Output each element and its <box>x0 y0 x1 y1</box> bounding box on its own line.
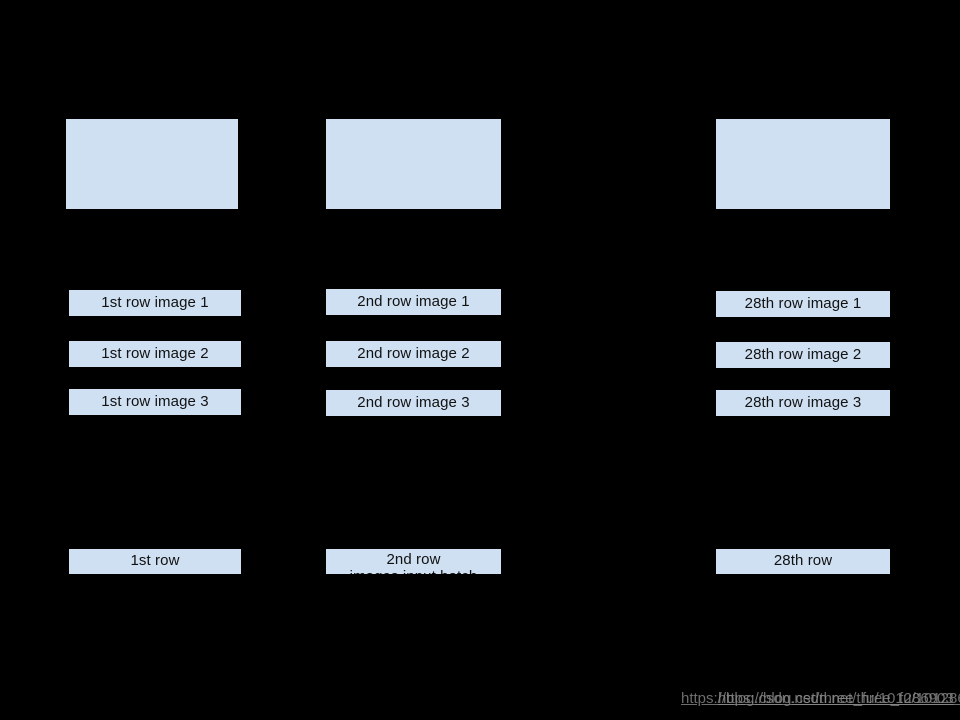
node-column-2-summary: 2nd row images input batch <box>325 548 502 575</box>
node-column-2-summary-line2: images input batch <box>350 568 478 574</box>
node-column-1-item-3: 1st row image 3 <box>68 388 242 416</box>
watermark-url-2: https://blog.csdn.net/three_fu/101286903 <box>718 690 960 707</box>
node-column-3-item-2: 28th row image 2 <box>715 341 891 369</box>
image-placeholder-column-3 <box>715 118 891 210</box>
diagram-canvas: 1st row image 1 1st row image 2 1st row … <box>0 0 960 720</box>
node-column-2-item-2: 2nd row image 2 <box>325 340 502 368</box>
node-column-1-summary: 1st row <box>68 548 242 575</box>
image-placeholder-column-2 <box>325 118 502 210</box>
node-column-1-item-1: 1st row image 1 <box>68 289 242 317</box>
node-column-2-summary-line1: 2nd row <box>386 551 441 568</box>
node-column-3-item-1: 28th row image 1 <box>715 290 891 318</box>
node-column-2-item-1: 2nd row image 1 <box>325 288 502 316</box>
image-placeholder-column-1 <box>65 118 239 210</box>
node-column-2-item-3: 2nd row image 3 <box>325 389 502 417</box>
node-column-1-item-2: 1st row image 2 <box>68 340 242 368</box>
node-column-3-item-3: 28th row image 3 <box>715 389 891 417</box>
node-column-3-summary: 28th row <box>715 548 891 575</box>
